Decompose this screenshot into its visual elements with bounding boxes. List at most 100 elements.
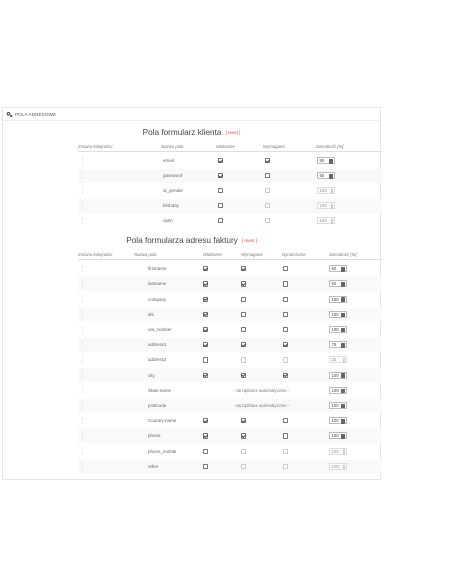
visible-checkbox[interactable] <box>218 203 224 209</box>
sort-arrows-icon[interactable]: ↑ ↓ <box>81 156 83 165</box>
dynamic-checkbox[interactable] <box>283 418 289 424</box>
spinner-icon[interactable] <box>329 159 334 164</box>
required-checkbox[interactable] <box>241 296 247 302</box>
width-input: 25 <box>329 356 347 364</box>
spinner-icon[interactable] <box>341 373 346 378</box>
spinner-icon[interactable] <box>341 312 346 318</box>
width-value: 100 <box>331 296 339 302</box>
width-cell: 100 <box>329 384 347 398</box>
sort-arrows-icon[interactable]: ↑ ↓ <box>81 325 83 334</box>
sort-arrows-icon[interactable]: ↑ ↓ <box>81 279 83 288</box>
width-input[interactable]: 100 <box>329 432 347 440</box>
required-checkbox[interactable] <box>241 372 247 378</box>
sort-arrows-icon[interactable]: ↑ ↓ <box>81 446 83 455</box>
width-input[interactable]: 100 <box>329 386 347 394</box>
width-input[interactable]: 100 <box>329 417 347 425</box>
sort-arrows-icon[interactable]: ↑ ↓ <box>81 171 83 180</box>
dynamic-checkbox[interactable] <box>283 296 289 302</box>
required-checkbox[interactable] <box>241 311 247 317</box>
sort-arrows-icon[interactable]: ↑ ↓ <box>81 386 83 394</box>
spinner-icon[interactable] <box>329 174 334 179</box>
visible-cell <box>218 169 224 183</box>
spinner-icon[interactable] <box>341 403 346 409</box>
width-input[interactable]: 100 <box>329 371 347 379</box>
spinner-icon[interactable] <box>341 388 346 394</box>
address-reset-link[interactable]: [ reset ] <box>242 238 257 243</box>
width-cell: 100 <box>329 308 347 322</box>
visible-cell <box>203 414 209 428</box>
visible-checkbox[interactable] <box>203 448 209 454</box>
width-input[interactable]: 75 <box>329 341 347 349</box>
visible-checkbox[interactable] <box>203 281 209 287</box>
sort-arrows-icon[interactable]: ↑ ↓ <box>81 431 83 440</box>
sort-arrows-icon[interactable]: ↑ ↓ <box>81 264 83 273</box>
required-checkbox[interactable] <box>241 418 247 424</box>
visible-checkbox[interactable] <box>218 173 224 179</box>
sort-arrows-icon[interactable]: ↑ ↓ <box>81 401 83 410</box>
spinner-icon[interactable] <box>341 267 346 272</box>
sort-arrows-icon[interactable]: ↑ ↓ <box>81 462 83 470</box>
width-cell: 100 <box>329 323 347 337</box>
required-checkbox[interactable] <box>241 433 247 439</box>
visible-checkbox[interactable] <box>203 372 209 378</box>
sort-arrows-icon[interactable]: ↑ ↓ <box>81 186 83 195</box>
dynamic-cell <box>283 368 289 382</box>
width-input[interactable]: 50 <box>317 172 335 180</box>
visible-checkbox[interactable] <box>218 158 224 164</box>
table-row: ↑ ↓ address2 25 <box>78 353 382 367</box>
visible-checkbox[interactable] <box>203 296 209 302</box>
visible-checkbox[interactable] <box>218 218 224 224</box>
sort-arrows-icon[interactable]: ↑ ↓ <box>81 201 83 210</box>
required-checkbox[interactable] <box>265 173 271 179</box>
column-header: Nazwa pola <box>134 252 157 257</box>
address-fields-panel: POLA ADRESOWE Pola formularz klienta [ r… <box>2 107 382 480</box>
required-checkbox[interactable] <box>241 281 247 287</box>
required-checkbox[interactable] <box>241 266 247 272</box>
spinner-icon[interactable] <box>341 282 346 287</box>
spinner-icon[interactable] <box>341 343 346 348</box>
spinner-icon <box>342 449 346 454</box>
sort-arrows-icon[interactable]: ↑ ↓ <box>81 416 83 425</box>
spinner-icon[interactable] <box>341 434 346 439</box>
visible-checkbox[interactable] <box>203 418 209 424</box>
width-input[interactable]: 100 <box>329 295 347 303</box>
visible-checkbox[interactable] <box>203 357 209 363</box>
customer-reset-link[interactable]: [ reset ] <box>226 130 241 135</box>
required-checkbox[interactable] <box>265 158 271 164</box>
column-header: Zmiana kolejności <box>78 252 113 257</box>
visible-checkbox[interactable] <box>218 188 224 194</box>
visible-checkbox[interactable] <box>203 463 209 469</box>
dynamic-checkbox[interactable] <box>283 266 289 272</box>
sort-arrows-icon[interactable]: ↑ ↓ <box>81 310 83 318</box>
width-input[interactable]: 50 <box>317 157 335 165</box>
visible-cell <box>203 368 209 382</box>
visible-checkbox[interactable] <box>203 342 209 348</box>
table-row: ↑ ↓ city 100 <box>78 368 382 382</box>
visible-checkbox[interactable] <box>203 266 209 272</box>
visible-checkbox[interactable] <box>203 311 209 317</box>
width-input[interactable]: 50 <box>329 280 347 288</box>
width-input[interactable]: 100 <box>329 310 347 318</box>
dynamic-checkbox[interactable] <box>283 433 289 439</box>
dynamic-checkbox[interactable] <box>283 281 289 287</box>
sort-arrows-icon[interactable]: ↑ ↓ <box>81 355 83 364</box>
width-input[interactable]: 50 <box>329 265 347 273</box>
dynamic-checkbox[interactable] <box>283 311 289 317</box>
spinner-icon[interactable] <box>341 327 346 333</box>
sort-arrows-icon[interactable]: ↑ ↓ <box>81 294 83 303</box>
spinner-icon[interactable] <box>341 419 346 424</box>
visible-checkbox[interactable] <box>203 433 209 439</box>
width-input[interactable]: 100 <box>329 402 347 410</box>
dynamic-checkbox[interactable] <box>283 342 289 348</box>
width-value: 100 <box>331 433 339 439</box>
sort-arrows-icon[interactable]: ↑ ↓ <box>81 370 83 379</box>
sort-arrows-icon[interactable]: ↑ ↓ <box>81 216 83 225</box>
spinner-icon[interactable] <box>341 297 346 302</box>
sort-arrows-icon[interactable]: ↑ ↓ <box>81 340 83 349</box>
dynamic-checkbox[interactable] <box>283 326 289 333</box>
visible-checkbox[interactable] <box>203 326 209 333</box>
dynamic-checkbox[interactable] <box>283 372 289 378</box>
required-checkbox[interactable] <box>241 326 247 333</box>
width-input[interactable]: 100 <box>329 326 347 334</box>
required-checkbox[interactable] <box>241 342 247 348</box>
